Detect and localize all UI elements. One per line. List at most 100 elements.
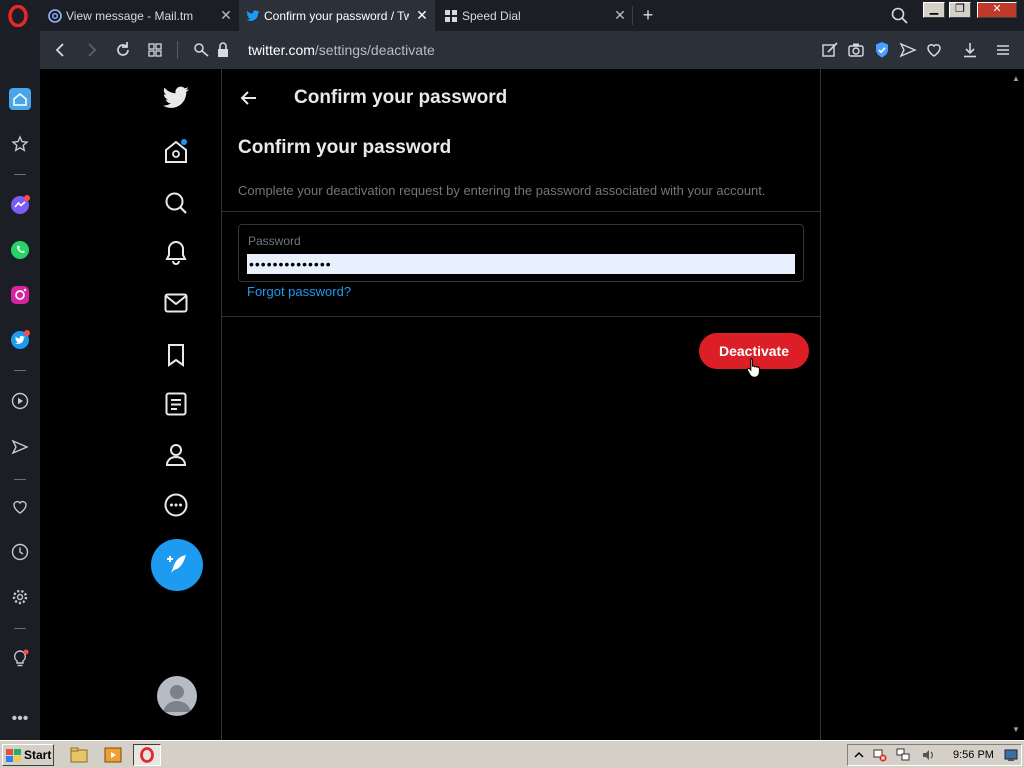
close-tab-icon[interactable]: ✕	[415, 8, 429, 22]
section-title: Confirm your password	[238, 137, 452, 158]
sidebar-divider	[14, 174, 26, 175]
profile-icon[interactable]	[162, 441, 190, 469]
new-tab-button[interactable]: +	[638, 5, 658, 25]
twitter-nav	[40, 69, 221, 740]
windows-logo-icon	[6, 748, 21, 762]
network-error-icon[interactable]	[873, 748, 887, 762]
twitter-logo-icon[interactable]	[162, 84, 190, 112]
home-icon[interactable]	[9, 88, 31, 110]
settings-icon[interactable]	[9, 586, 31, 608]
sidebar-divider	[14, 370, 26, 371]
password-field[interactable]: Password ••••••••••••••	[238, 224, 804, 282]
start-button[interactable]: Start	[2, 744, 54, 766]
main-column: Confirm your password Confirm your passw…	[221, 69, 821, 740]
back-icon[interactable]	[50, 40, 70, 60]
address-divider	[177, 41, 178, 59]
scroll-up-icon[interactable]: ▲	[1012, 75, 1020, 83]
more-icon[interactable]	[162, 491, 190, 519]
page-scrollbar[interactable]: ▲ ▼	[1008, 69, 1024, 740]
show-desktop-icon[interactable]	[1004, 748, 1018, 762]
page-title: Confirm your password	[294, 87, 508, 108]
instagram-icon[interactable]	[9, 284, 31, 306]
divider	[222, 316, 820, 317]
tab-mailtm[interactable]: View message - Mail.tm ✕	[41, 0, 239, 31]
tray-expand-icon[interactable]	[852, 748, 866, 762]
easy-setup-icon[interactable]	[820, 40, 840, 60]
bookmarks-icon[interactable]	[162, 341, 190, 369]
download-icon[interactable]	[960, 40, 980, 60]
tab-title: View message - Mail.tm	[66, 8, 194, 23]
opera-icon	[140, 747, 154, 763]
browser-tab-bar: View message - Mail.tm ✕ Confirm your pa…	[0, 0, 1024, 31]
snapshot-icon[interactable]	[846, 40, 866, 60]
close-tab-icon[interactable]: ✕	[219, 8, 233, 22]
media-player-icon[interactable]	[104, 746, 122, 764]
divider	[222, 211, 820, 212]
close-tab-icon[interactable]: ✕	[613, 8, 627, 22]
bookmarks-star-icon[interactable]	[9, 133, 31, 155]
hand-cursor-icon	[746, 358, 760, 378]
password-input[interactable]: ••••••••••••••	[247, 254, 795, 274]
mailtm-icon	[48, 8, 62, 23]
url-field[interactable]: twitter.com/settings/deactivate	[248, 42, 435, 58]
windows-taskbar: Start 9:56 PM	[0, 740, 1024, 768]
clock: 9:56 PM	[953, 749, 994, 761]
url-path: /settings/deactivate	[314, 42, 435, 58]
home-icon[interactable]	[162, 138, 190, 166]
more-icon[interactable]: •••	[9, 708, 31, 730]
send-icon[interactable]	[898, 40, 918, 60]
tab-search-icon[interactable]	[890, 6, 910, 26]
easy-menu-icon[interactable]	[993, 40, 1013, 60]
vpn-shield-icon[interactable]	[872, 40, 892, 60]
speed-dial-icon	[444, 9, 458, 23]
feather-plus-icon	[167, 555, 186, 573]
reload-icon[interactable]	[113, 40, 133, 60]
whatsapp-icon[interactable]	[9, 239, 31, 261]
send-icon[interactable]	[9, 436, 31, 458]
history-icon[interactable]	[9, 541, 31, 563]
account-avatar[interactable]	[157, 676, 197, 716]
opera-sidebar: •••	[0, 31, 40, 740]
forgot-password-link[interactable]: Forgot password?	[247, 284, 351, 299]
notifications-icon[interactable]	[162, 239, 190, 267]
twitter-icon	[246, 9, 260, 23]
sidebar-divider	[14, 479, 26, 480]
explore-icon[interactable]	[162, 189, 190, 217]
tab-title: Confirm your password / Twi	[264, 8, 409, 23]
volume-icon[interactable]	[921, 748, 935, 762]
scroll-down-icon[interactable]: ▼	[1012, 726, 1020, 734]
url-host: twitter.com	[248, 42, 315, 58]
explorer-icon[interactable]	[70, 746, 88, 764]
description-text: Complete your deactivation request by en…	[238, 183, 766, 198]
tab-confirm-password[interactable]: Confirm your password / Twi ✕	[239, 0, 435, 31]
lists-icon[interactable]	[162, 390, 190, 418]
player-icon[interactable]	[9, 390, 31, 412]
twitter-icon[interactable]	[9, 329, 31, 351]
heart-icon[interactable]	[924, 40, 944, 60]
messages-icon[interactable]	[162, 289, 190, 317]
messenger-icon[interactable]	[9, 194, 31, 216]
compose-tweet-button[interactable]	[151, 539, 203, 591]
screen: View message - Mail.tm ✕ Confirm your pa…	[0, 0, 1024, 768]
key-icon[interactable]	[192, 40, 212, 60]
heart-icon[interactable]	[9, 496, 31, 518]
system-tray: 9:56 PM	[847, 744, 1022, 766]
back-arrow-icon[interactable]	[238, 87, 260, 109]
tab-title: Speed Dial	[462, 8, 521, 23]
start-label: Start	[24, 748, 52, 762]
network-icon[interactable]	[896, 748, 910, 762]
tab-speed-dial[interactable]: Speed Dial ✕	[437, 0, 633, 31]
restore-button[interactable]: ❐	[949, 2, 971, 18]
tabs-grid-icon[interactable]	[145, 40, 165, 60]
lightbulb-icon[interactable]	[9, 648, 31, 670]
opera-menu-icon[interactable]	[7, 5, 29, 27]
address-bar: twitter.com/settings/deactivate	[40, 31, 1024, 69]
lock-icon[interactable]	[213, 40, 233, 60]
taskbar-opera-button[interactable]	[133, 744, 161, 766]
password-label: Password	[248, 234, 301, 248]
sidebar-divider	[14, 628, 26, 629]
tab-divider	[632, 6, 633, 25]
forward-icon[interactable]	[82, 40, 102, 60]
close-window-button[interactable]: ✕	[977, 2, 1017, 18]
minimize-button[interactable]: ▁	[923, 2, 945, 18]
